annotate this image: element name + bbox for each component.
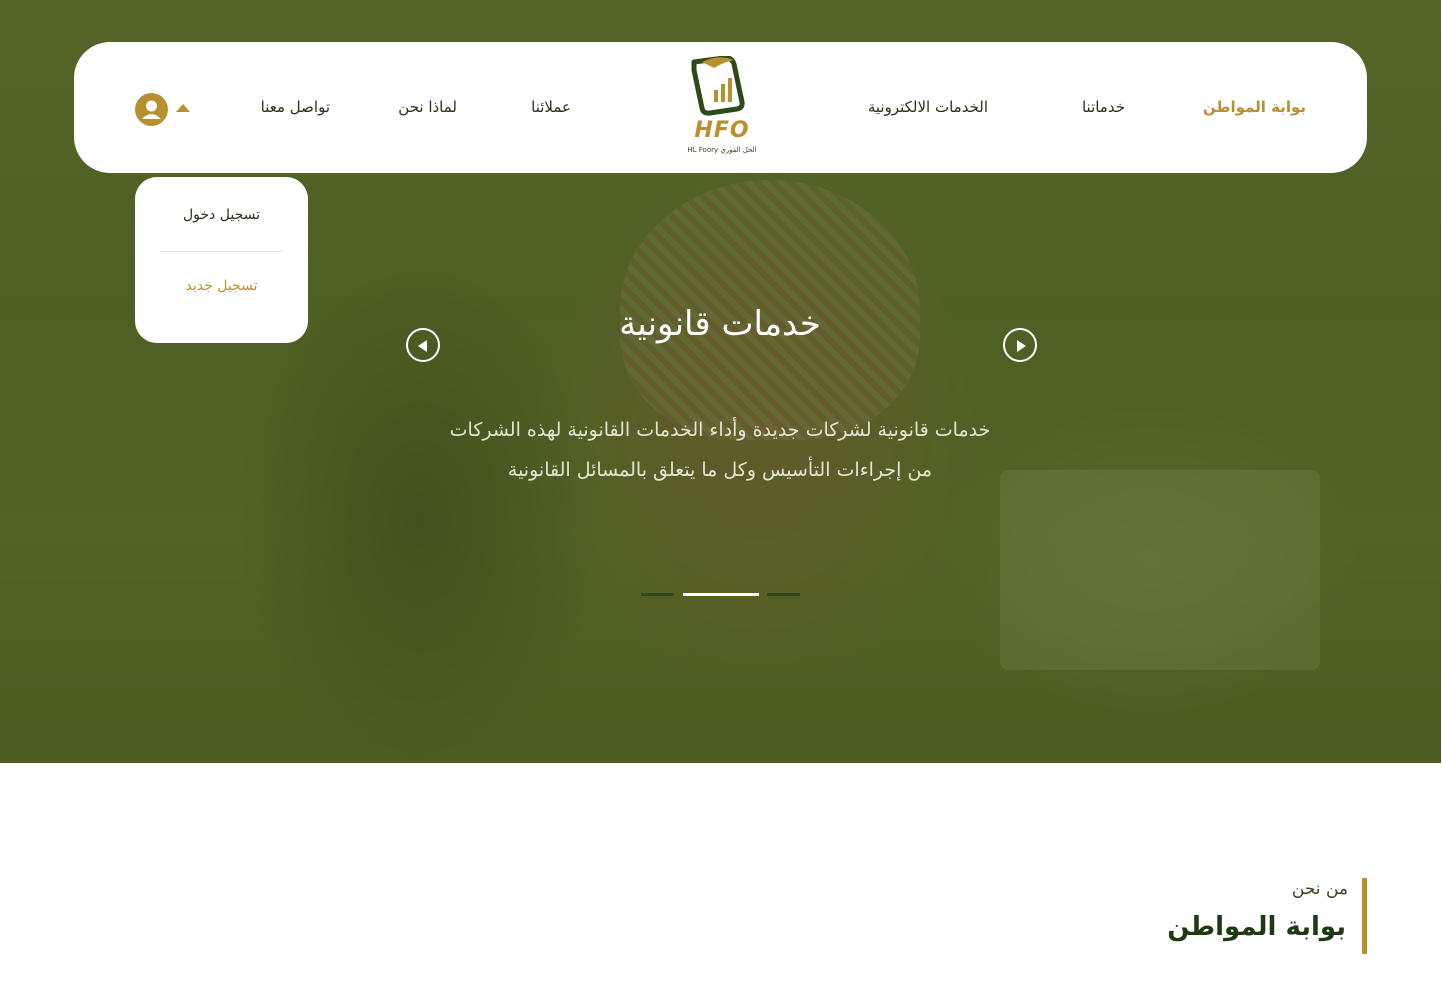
slide-description: خدمات قانونية لشركات جديدة وأداء الخدمات… <box>410 410 1030 490</box>
slider-dot-2-active[interactable] <box>683 593 759 596</box>
logo-subtext: HL Foory الحل الفوري <box>687 146 757 154</box>
slider-next-button[interactable] <box>1003 328 1037 362</box>
nav-citizen-portal[interactable]: بوابة المواطن <box>1203 98 1306 116</box>
nav-our-services[interactable]: خدماتنا <box>1082 98 1125 116</box>
slide-description-line-1: خدمات قانونية لشركات جديدة وأداء الخدمات… <box>449 419 991 441</box>
section-subtitle: من نحن <box>1291 879 1348 899</box>
arrow-left-icon <box>418 340 427 352</box>
slider-dot-3[interactable] <box>767 593 800 596</box>
login-menu-item[interactable]: تسجيل دخول <box>135 207 308 223</box>
user-avatar-icon[interactable] <box>135 93 168 126</box>
logo-text: HFO <box>694 118 750 143</box>
register-menu-item[interactable]: تسجيل جديد <box>135 278 308 294</box>
nav-contact-us[interactable]: تواصل معنا <box>261 98 330 116</box>
nav-e-services[interactable]: الخدمات الالكترونية <box>868 98 988 116</box>
slide-title: خدمات قانونية <box>619 304 821 344</box>
section-title: بوابة المواطن <box>1167 912 1346 942</box>
caret-up-icon[interactable] <box>176 104 190 112</box>
nav-why-us[interactable]: لماذا نحن <box>398 98 457 116</box>
arrow-right-icon <box>1017 340 1026 352</box>
slider-dot-1[interactable] <box>641 593 674 596</box>
slide-description-line-2: من إجراءات التأسيس وكل ما يتعلق بالمسائل… <box>507 459 933 481</box>
user-icon <box>142 100 161 119</box>
dropdown-divider <box>160 251 283 252</box>
slider-prev-button[interactable] <box>406 328 440 362</box>
nav-our-clients[interactable]: عملائنا <box>531 98 571 116</box>
section-accent-bar <box>1362 878 1367 954</box>
user-dropdown-menu: تسجيل دخول تسجيل جديد <box>135 177 308 343</box>
